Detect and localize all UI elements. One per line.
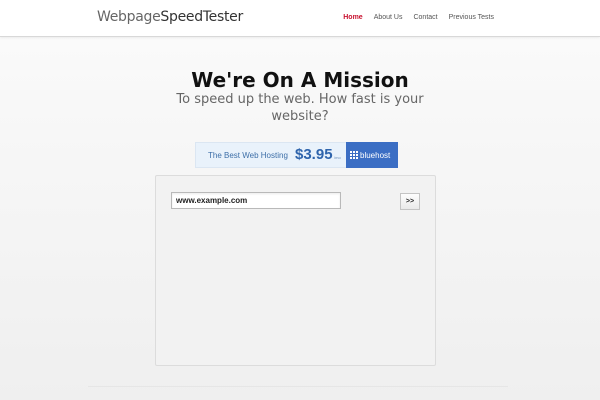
hosting-ad-banner[interactable]: The Best Web Hosting $3.95 /mo bluehost	[195, 142, 398, 168]
grid-icon	[350, 151, 358, 159]
logo-text-light: Webpage	[97, 9, 161, 25]
ad-price: $3.95	[295, 146, 333, 163]
footer-divider	[88, 386, 508, 387]
main-nav: Home About Us Contact Previous Tests	[343, 14, 494, 21]
ad-text: The Best Web Hosting	[208, 151, 288, 160]
nav-previous-tests[interactable]: Previous Tests	[449, 14, 494, 21]
page-subtitle: To speed up the web. How fast is your we…	[176, 92, 424, 124]
ad-per-month: /mo	[334, 155, 341, 160]
bluehost-label: bluehost	[360, 150, 391, 160]
logo-text-bold: SpeedTester	[160, 9, 243, 25]
page-title: We're On A Mission	[191, 68, 409, 92]
nav-home[interactable]: Home	[343, 14, 362, 21]
site-logo[interactable]: WebpageSpeedTester	[97, 9, 243, 25]
nav-contact[interactable]: Contact	[413, 14, 437, 21]
bluehost-logo: bluehost	[346, 142, 398, 168]
top-header: WebpageSpeedTester Home About Us Contact…	[0, 0, 600, 37]
speed-test-panel: >>	[155, 175, 436, 366]
url-input[interactable]	[171, 192, 341, 209]
run-test-button[interactable]: >>	[400, 193, 420, 210]
nav-about-us[interactable]: About Us	[374, 14, 403, 21]
